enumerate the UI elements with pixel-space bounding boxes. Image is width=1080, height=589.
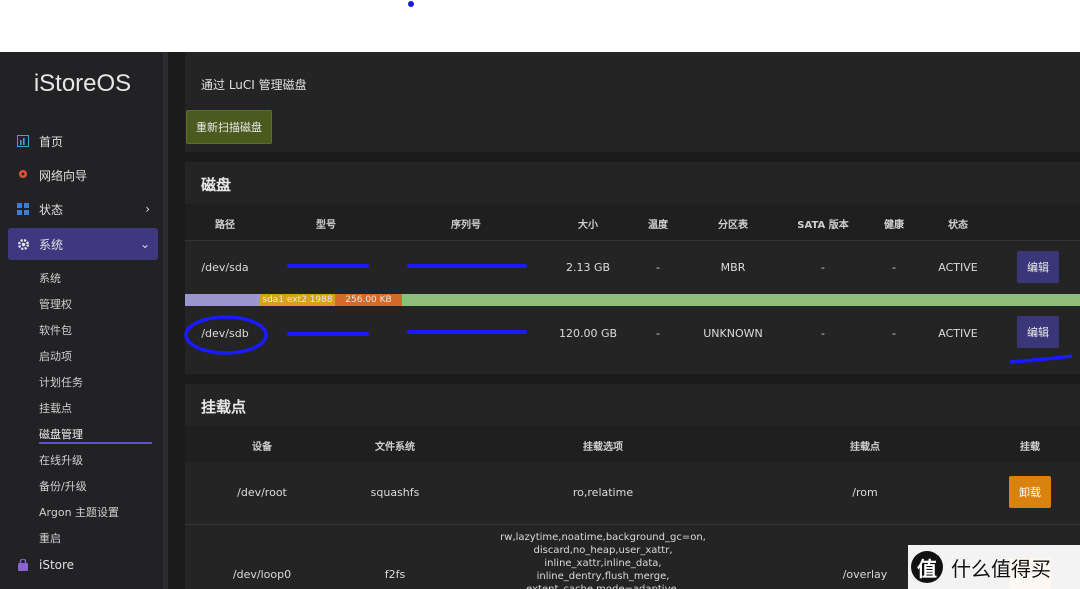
app-window: iStoreOS 首页 网络向导 状态 › 系统 ⌄ 系统 管理权 软件包 启动… xyxy=(0,52,1080,589)
annotation-overlay xyxy=(184,315,1073,364)
annotation-circle xyxy=(184,315,268,355)
annotation-underline xyxy=(1009,354,1073,364)
browser-top-area xyxy=(0,0,1080,52)
watermark: 值 什么值得买 xyxy=(908,545,1080,589)
watermark-logo: 值 xyxy=(911,551,943,583)
watermark-text: 什么值得买 xyxy=(951,556,1051,581)
cursor-dot xyxy=(408,1,414,7)
